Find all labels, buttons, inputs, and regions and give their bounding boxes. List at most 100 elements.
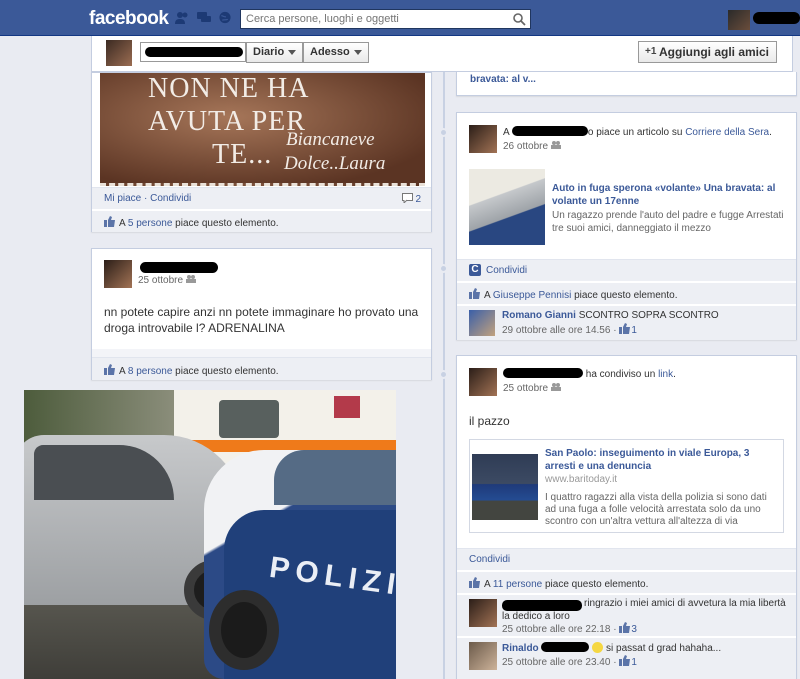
likes-sentence: A Giuseppe Pennisi piace questo elemento… bbox=[469, 288, 677, 301]
story-action: o piace un articolo su bbox=[587, 127, 686, 138]
link-title[interactable]: San Paolo: inseguimento in viale Europa,… bbox=[545, 447, 781, 473]
previous-post-card: bravata: al v... bbox=[456, 72, 797, 96]
likes-sentence: A 8 persone piace questo elemento. bbox=[104, 364, 279, 377]
likes-prefix: A bbox=[484, 290, 493, 301]
commenter-avatar[interactable] bbox=[469, 642, 497, 670]
previous-post-text[interactable]: bravata: al v... bbox=[470, 74, 536, 85]
share-row: C Condividi bbox=[457, 259, 796, 281]
post-text: il pazzo bbox=[469, 414, 510, 428]
image-text-line3: TE... bbox=[212, 139, 273, 170]
search-box[interactable] bbox=[240, 9, 531, 29]
comment-line: Romano Gianni SCONTRO SOPRA SCONTRO bbox=[502, 310, 719, 321]
link-thumbnail bbox=[472, 454, 538, 520]
thumbs-up-icon bbox=[104, 364, 115, 375]
user-name-redacted[interactable] bbox=[753, 12, 800, 24]
likes-people-link[interactable]: 5 persone bbox=[128, 218, 172, 229]
likes-suffix: piace questo elemento. bbox=[172, 218, 279, 229]
image-post-card: NON NE HA AVUTA PER TE... Biancaneve Dol… bbox=[91, 72, 432, 232]
author-name-redacted[interactable] bbox=[140, 262, 218, 273]
status-text: nn potete capire anzi nn potete immagina… bbox=[104, 305, 419, 335]
comment-like-count[interactable]: 3 bbox=[631, 624, 637, 635]
search-icon[interactable] bbox=[512, 12, 526, 26]
story-action: ha condiviso un bbox=[585, 369, 659, 380]
photo-ambulance-sign bbox=[334, 396, 360, 418]
comment-row: ringrazio i miei amici di avvetura la mi… bbox=[457, 594, 796, 636]
story-prefix: A bbox=[503, 127, 512, 138]
share-link[interactable]: Condividi bbox=[469, 554, 510, 565]
post-date[interactable]: 25 ottobre bbox=[503, 382, 561, 394]
comment-date[interactable]: 25 ottobre alle ore 23.40 bbox=[502, 657, 610, 668]
friend-requests-icon[interactable] bbox=[175, 11, 189, 24]
post-date[interactable]: 25 ottobre bbox=[138, 274, 196, 286]
likes-people-link[interactable]: 8 persone bbox=[128, 366, 172, 377]
link-word-link[interactable]: link bbox=[658, 369, 673, 380]
image-text-line1: NON NE HA bbox=[148, 73, 310, 104]
like-share-links[interactable]: Mi piace · Condividi bbox=[104, 193, 191, 204]
commenter-surname-redacted[interactable] bbox=[541, 642, 590, 652]
share-row: Condividi bbox=[457, 548, 796, 570]
author-name-redacted[interactable] bbox=[503, 368, 583, 378]
diario-label: Diario bbox=[253, 46, 285, 58]
thumbs-up-icon bbox=[619, 655, 631, 666]
comment-meta: 29 ottobre alle ore 14.56 · 1 bbox=[502, 323, 637, 336]
comment-count[interactable]: 2 bbox=[401, 193, 421, 205]
author-avatar[interactable] bbox=[104, 260, 132, 288]
diario-dropdown[interactable]: Diario bbox=[246, 42, 304, 63]
search-input[interactable] bbox=[241, 10, 501, 28]
profile-name-redacted bbox=[145, 47, 243, 57]
article-title-link[interactable]: Auto in fuga sperona «volante» Una brava… bbox=[552, 182, 792, 208]
timeline-dot bbox=[439, 264, 448, 273]
source-link[interactable]: Corriere della Sera bbox=[685, 127, 769, 138]
image-signature-2: Dolce..Laura bbox=[284, 153, 386, 174]
article-thumbnail[interactable] bbox=[469, 169, 545, 245]
facebook-logo[interactable]: facebook bbox=[89, 8, 169, 30]
adesso-label: Adesso bbox=[310, 46, 350, 58]
comment-count-value: 2 bbox=[415, 194, 421, 205]
author-avatar[interactable] bbox=[469, 125, 497, 153]
profile-avatar[interactable] bbox=[106, 40, 132, 66]
timeline-dot bbox=[439, 370, 448, 379]
top-bar: facebook bbox=[0, 0, 800, 36]
notifications-globe-icon[interactable] bbox=[218, 11, 232, 24]
comment-like-count[interactable]: 1 bbox=[631, 325, 637, 336]
likes-suffix: piace questo elemento. bbox=[571, 290, 678, 301]
photo-police-windshield bbox=[274, 450, 396, 505]
share-link[interactable]: Condividi bbox=[486, 265, 527, 276]
add-friend-button[interactable]: +1 Aggiungi agli amici bbox=[638, 41, 777, 63]
thumbs-up-icon bbox=[619, 622, 631, 633]
thumbs-up-icon bbox=[619, 323, 631, 334]
likes-suffix: piace questo elemento. bbox=[172, 366, 279, 377]
photo-wheel-2 bbox=[209, 590, 279, 670]
comment-icon bbox=[401, 193, 413, 205]
likes-person-link[interactable]: Giuseppe Pennisi bbox=[493, 290, 571, 301]
likes-prefix: A bbox=[484, 579, 493, 590]
comment-meta: 25 ottobre alle ore 23.40 · 1 bbox=[502, 655, 637, 668]
link-story-line: ha condiviso un link. bbox=[503, 368, 676, 380]
comment-date[interactable]: 25 ottobre alle ore 22.18 bbox=[502, 624, 610, 635]
status-spacer bbox=[92, 349, 431, 357]
commenter-avatar[interactable] bbox=[469, 310, 495, 336]
likes-suffix: piace questo elemento. bbox=[542, 579, 649, 590]
commenter-avatar[interactable] bbox=[469, 599, 497, 627]
comment-author-link[interactable]: Rinaldo bbox=[502, 643, 539, 654]
profile-name-box[interactable] bbox=[140, 42, 246, 62]
likes-prefix: A bbox=[119, 218, 128, 229]
comment-date[interactable]: 29 ottobre alle ore 14.56 bbox=[502, 325, 610, 336]
comment-meta: 25 ottobre alle ore 22.18 · 3 bbox=[502, 622, 637, 635]
user-avatar[interactable] bbox=[728, 10, 750, 30]
author-name-redacted[interactable] bbox=[511, 126, 588, 136]
post-date-text: 25 ottobre bbox=[138, 275, 184, 286]
messages-icon[interactable] bbox=[197, 11, 211, 24]
crash-photo[interactable]: POLIZI bbox=[24, 390, 396, 679]
post-image[interactable]: NON NE HA AVUTA PER TE... Biancaneve Dol… bbox=[100, 73, 425, 186]
comment-like-count[interactable]: 1 bbox=[631, 657, 637, 668]
comment-author-link[interactable]: Romano Gianni bbox=[502, 310, 576, 321]
friends-audience-icon bbox=[550, 141, 561, 149]
author-avatar[interactable] bbox=[469, 368, 497, 396]
likes-people-link[interactable]: 11 persone bbox=[493, 579, 542, 590]
photo-ambulance-window bbox=[219, 400, 279, 438]
comment-text: SCONTRO SOPRA SCONTRO bbox=[578, 310, 719, 321]
adesso-dropdown[interactable]: Adesso bbox=[303, 42, 369, 63]
post-date[interactable]: 26 ottobre bbox=[503, 140, 561, 152]
likes-row: A 5 persone piace questo elemento. bbox=[92, 210, 431, 232]
